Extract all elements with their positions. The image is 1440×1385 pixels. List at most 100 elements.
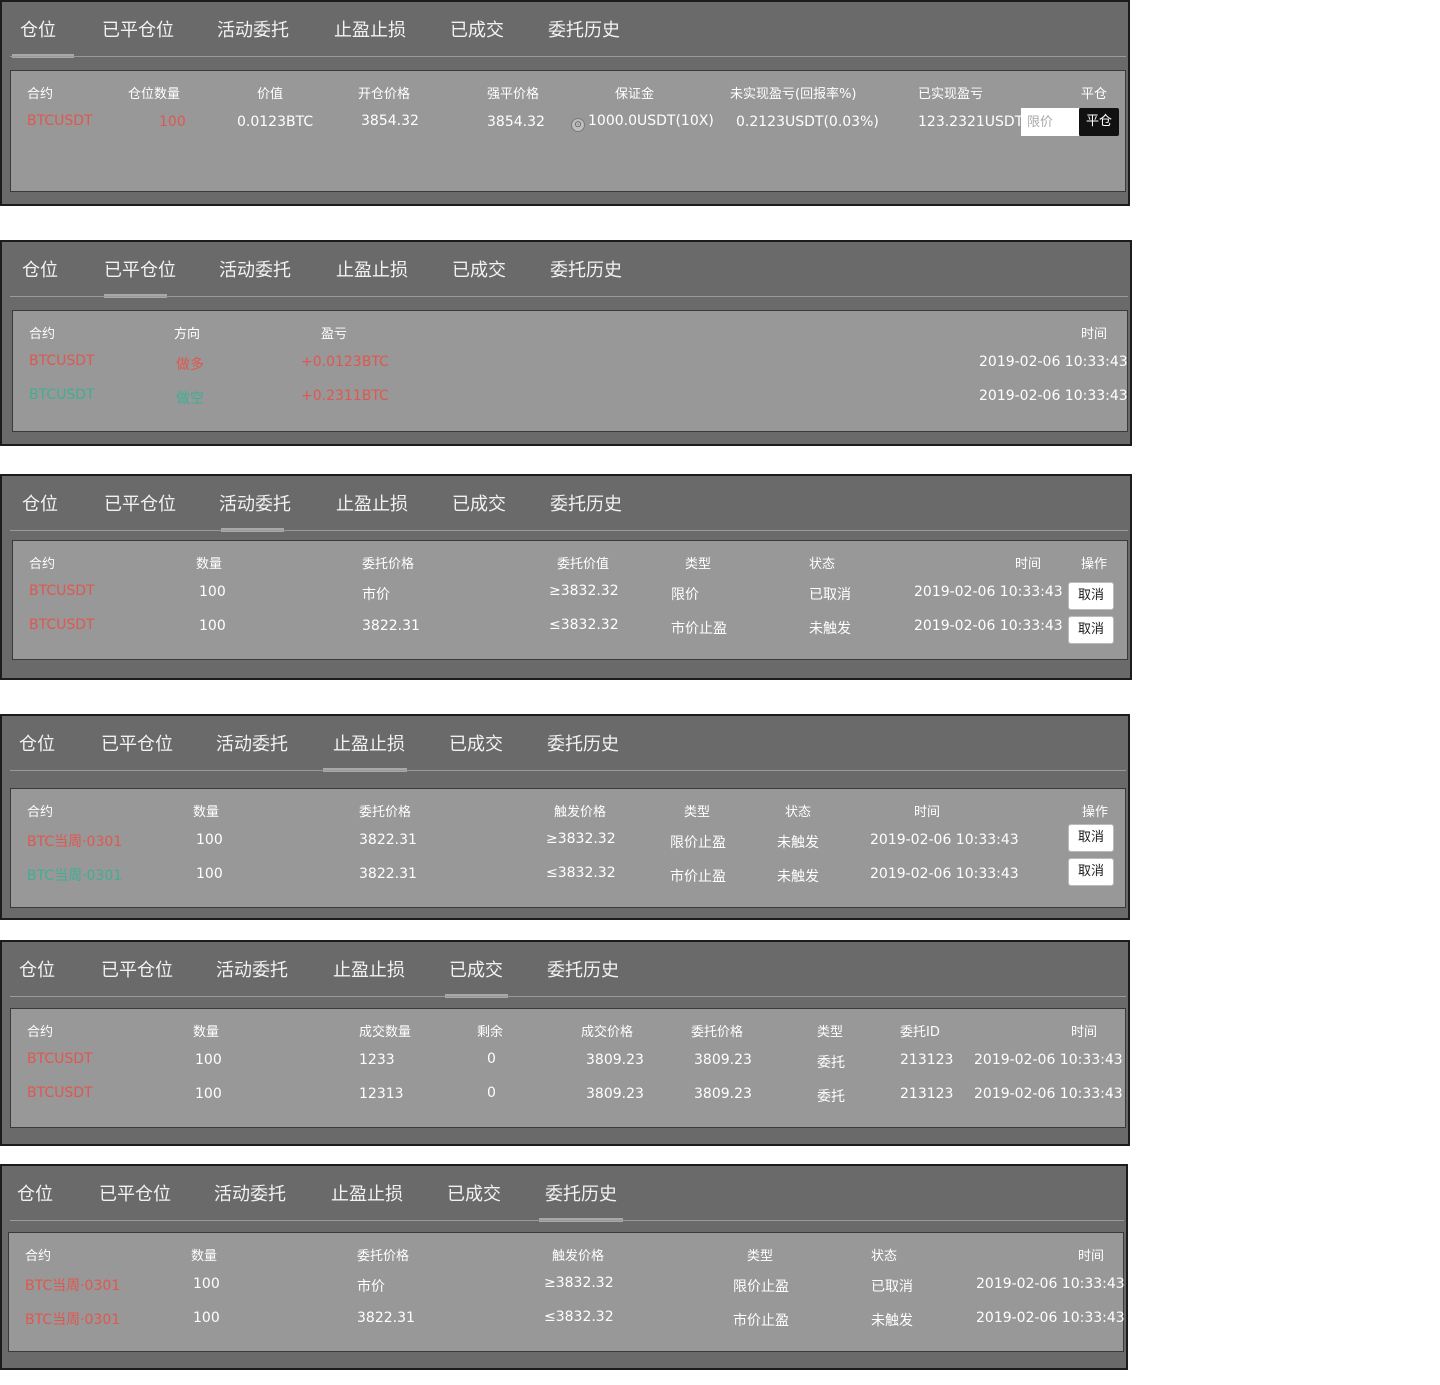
tab-positions[interactable]: 仓位	[19, 956, 55, 996]
tab-tp-sl[interactable]: 止盈止损	[331, 1180, 403, 1220]
positions-table: 合约 仓位数量 价值 开仓价格 强平价格 保证金 未实现盈亏(回报率%) 已实现…	[10, 70, 1126, 192]
col-header-side: 方向	[174, 327, 201, 342]
tab-filled[interactable]: 已成交	[445, 956, 508, 998]
tab-order-history[interactable]: 委托历史	[539, 1180, 623, 1222]
tab-active-orders[interactable]: 活动委托	[219, 256, 291, 296]
tab-positions[interactable]: 仓位	[17, 1180, 53, 1220]
order-history-table: 合约 数量 委托价格 触发价格 类型 状态 时间 BTC当周·0301 100 …	[8, 1232, 1125, 1352]
tab-tp-sl[interactable]: 止盈止损	[336, 256, 408, 296]
history-contract[interactable]: BTC当周·0301	[25, 1309, 120, 1329]
tab-filled[interactable]: 已成交	[452, 256, 506, 296]
col-header-price: 委托价格	[362, 557, 415, 572]
positions-panel: 仓位 已平仓位 活动委托 止盈止损 已成交 委托历史 合约 仓位数量 价值 开仓…	[0, 0, 1130, 206]
tab-bar: 仓位 已平仓位 活动委托 止盈止损 已成交 委托历史	[2, 476, 1130, 532]
tab-active-orders[interactable]: 活动委托	[214, 1180, 286, 1220]
tab-positions[interactable]: 仓位	[22, 490, 58, 530]
col-header-type: 类型	[747, 1249, 774, 1264]
tab-tp-sl[interactable]: 止盈止损	[333, 956, 405, 996]
tab-tp-sl[interactable]: 止盈止损	[334, 16, 406, 56]
cancel-tpsl-button[interactable]: 取消	[1068, 824, 1114, 852]
history-contract[interactable]: BTC当周·0301	[25, 1275, 120, 1295]
tab-order-history[interactable]: 委托历史	[548, 16, 620, 56]
tab-divider	[10, 1220, 1124, 1221]
tab-closed-positions[interactable]: 已平仓位	[101, 956, 173, 996]
tab-active-orders[interactable]: 活动委托	[219, 490, 291, 532]
tab-filled[interactable]: 已成交	[447, 1180, 501, 1220]
tab-filled[interactable]: 已成交	[449, 730, 503, 770]
col-header-value: 价值	[257, 87, 284, 102]
tab-divider	[10, 56, 1126, 57]
tab-order-history[interactable]: 委托历史	[547, 730, 619, 770]
order-qty: 100	[199, 584, 226, 600]
tab-label: 止盈止损	[333, 960, 405, 981]
col-header-contract: 合约	[29, 327, 56, 342]
col-header-time: 时间	[914, 805, 941, 820]
col-header-status: 状态	[809, 557, 836, 572]
filled-fill-qty: 12313	[359, 1086, 404, 1102]
tab-label: 仓位	[17, 1184, 53, 1205]
history-status: 已取消	[871, 1279, 913, 1295]
tab-filled[interactable]: 已成交	[450, 16, 504, 56]
tab-active-orders[interactable]: 活动委托	[216, 956, 288, 996]
cancel-tpsl-button[interactable]: 取消	[1068, 858, 1114, 886]
tab-divider	[10, 770, 1126, 771]
closed-contract[interactable]: BTCUSDT	[29, 353, 95, 369]
order-time: 2019-02-06 10:33:43	[914, 618, 1063, 634]
tab-closed-positions[interactable]: 已平仓位	[99, 1180, 171, 1220]
closed-time: 2019-02-06 10:33:43	[979, 354, 1128, 370]
filled-order-price: 3809.23	[694, 1086, 752, 1102]
col-header-qty: 数量	[193, 805, 220, 820]
tab-active-orders[interactable]: 活动委托	[216, 730, 288, 770]
tab-closed-positions[interactable]: 已平仓位	[104, 490, 176, 530]
history-qty: 100	[193, 1310, 220, 1326]
tab-tp-sl[interactable]: 止盈止损	[323, 730, 407, 772]
tab-label: 委托历史	[548, 20, 620, 41]
filled-contract[interactable]: BTCUSDT	[27, 1085, 93, 1101]
tab-order-history[interactable]: 委托历史	[547, 956, 619, 996]
margin-adjust-icon[interactable]: ⊙	[571, 118, 585, 132]
position-contract[interactable]: BTCUSDT	[27, 113, 93, 129]
filled-orders-panel: 仓位 已平仓位 活动委托 止盈止损 已成交 委托历史 合约 数量 成交数量 剩余…	[0, 940, 1130, 1146]
position-margin-cell: ⊙ 1000.0USDT(10X)	[571, 113, 714, 132]
tab-active-orders[interactable]: 活动委托	[217, 16, 289, 56]
limit-price-input[interactable]	[1021, 108, 1079, 136]
tab-positions[interactable]: 仓位	[19, 730, 55, 770]
tab-tp-sl[interactable]: 止盈止损	[336, 490, 408, 530]
tpsl-contract[interactable]: BTC当周·0301	[27, 865, 122, 885]
tab-closed-positions[interactable]: 已平仓位	[102, 16, 174, 56]
tab-bar: 仓位 已平仓位 活动委托 止盈止损 已成交 委托历史	[2, 1166, 1126, 1222]
tab-label: 活动委托	[214, 1184, 286, 1205]
order-contract[interactable]: BTCUSDT	[29, 583, 95, 599]
filled-contract[interactable]: BTCUSDT	[27, 1051, 93, 1067]
filled-qty: 100	[195, 1086, 222, 1102]
tab-label: 已成交	[449, 734, 503, 755]
history-status: 未触发	[871, 1313, 913, 1329]
tab-order-history[interactable]: 委托历史	[550, 256, 622, 296]
filled-order-id: 213123	[900, 1086, 954, 1102]
tab-closed-positions[interactable]: 已平仓位	[101, 730, 173, 770]
closed-contract[interactable]: BTCUSDT	[29, 387, 95, 403]
tab-bar: 仓位 已平仓位 活动委托 止盈止损 已成交 委托历史	[2, 2, 1128, 58]
tab-positions[interactable]: 仓位	[22, 256, 58, 296]
tab-order-history[interactable]: 委托历史	[550, 490, 622, 530]
col-header-time: 时间	[1081, 327, 1108, 342]
tab-filled[interactable]: 已成交	[452, 490, 506, 530]
tab-label: 止盈止损	[333, 734, 405, 755]
tpsl-contract[interactable]: BTC当周·0301	[27, 831, 122, 851]
tab-positions[interactable]: 仓位	[12, 16, 74, 58]
tab-label: 已成交	[447, 1184, 501, 1205]
order-contract[interactable]: BTCUSDT	[29, 617, 95, 633]
col-header-realized: 已实现盈亏	[918, 87, 984, 102]
close-position-button[interactable]: 平仓	[1079, 108, 1119, 136]
tpsl-price: 3822.31	[359, 866, 417, 882]
filled-order-id: 213123	[900, 1052, 954, 1068]
closed-positions-panel: 仓位 已平仓位 活动委托 止盈止损 已成交 委托历史 合约 方向 盈亏 时间 B…	[0, 240, 1132, 446]
tab-label: 已平仓位	[101, 960, 173, 981]
col-header-time: 时间	[1071, 1025, 1098, 1040]
filled-fill-price: 3809.23	[586, 1052, 644, 1068]
cancel-order-button[interactable]: 取消	[1068, 616, 1114, 644]
tab-label: 仓位	[19, 960, 55, 981]
tpsl-price: 3822.31	[359, 832, 417, 848]
tab-closed-positions[interactable]: 已平仓位	[104, 256, 176, 298]
cancel-order-button[interactable]: 取消	[1068, 582, 1114, 610]
